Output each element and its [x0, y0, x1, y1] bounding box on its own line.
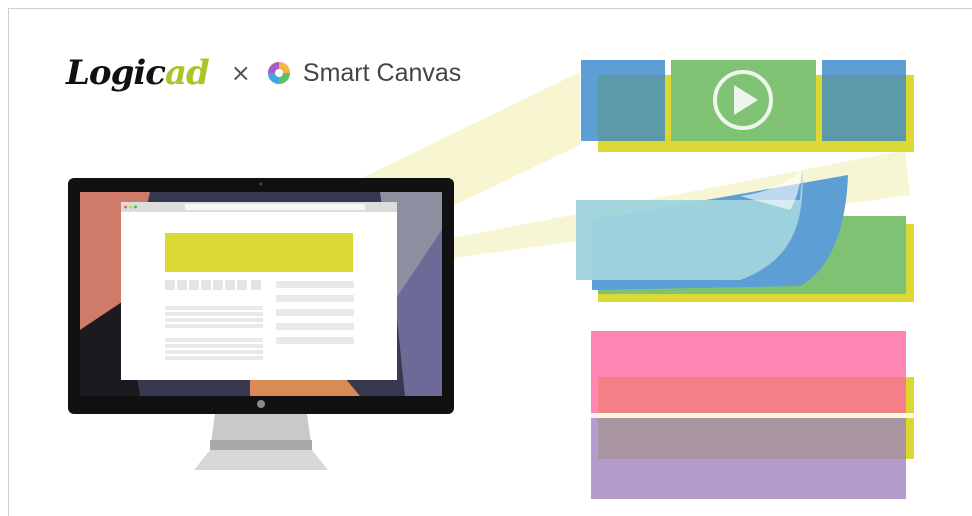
stack-mauve-overlap [598, 418, 906, 459]
stack-white-gap [591, 413, 914, 418]
monitor-neck-shadow [210, 440, 312, 450]
browser-minimize-dot [129, 205, 132, 209]
page-ad-banner [165, 233, 353, 272]
page-thumbnail-row [165, 280, 261, 290]
hero-illustration: Logicad × Smart Canvas [0, 0, 972, 516]
monitor [68, 178, 454, 470]
browser-address-bar [185, 204, 365, 210]
browser-close-dot [124, 205, 127, 209]
video-right-overlap [822, 75, 906, 141]
video-ad-format [581, 60, 914, 152]
scene-graphic [68, 60, 914, 499]
monitor-foot [194, 450, 328, 470]
video-left-overlap [598, 75, 665, 141]
stacked-ad-format [591, 331, 914, 499]
browser-zoom-dot [134, 205, 137, 209]
monitor-camera [259, 182, 263, 186]
apple-icon [257, 400, 265, 408]
stack-coral-overlap [598, 377, 906, 413]
